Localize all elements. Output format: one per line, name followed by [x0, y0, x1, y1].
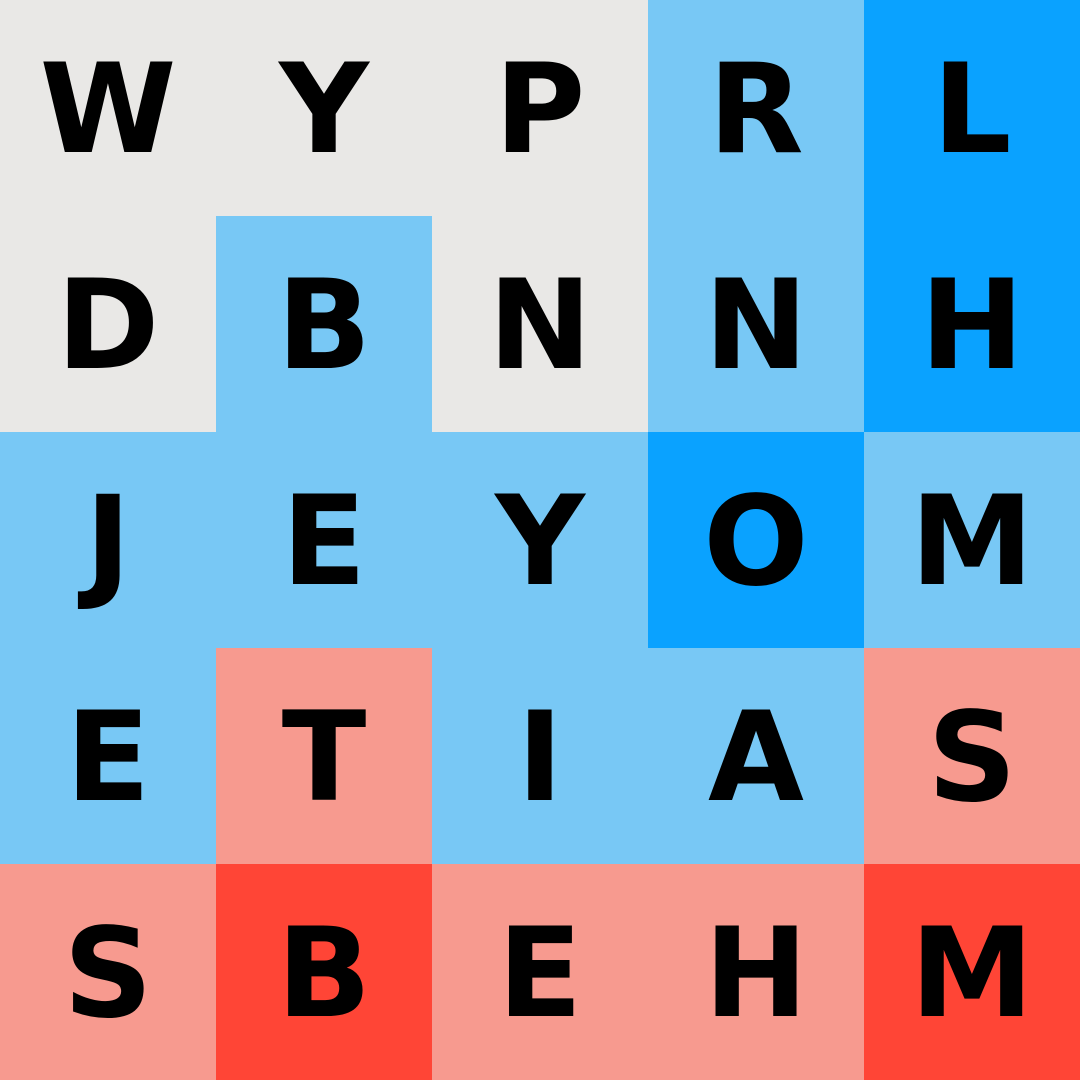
tile[interactable]: W [0, 0, 216, 216]
tile-letter: E [497, 902, 583, 1046]
tile[interactable]: D [0, 216, 216, 432]
tile-letter: W [39, 38, 177, 182]
tile-letter: Y [495, 470, 585, 614]
tile[interactable]: O [648, 432, 864, 648]
tile[interactable]: S [864, 648, 1080, 864]
tile[interactable]: S [0, 864, 216, 1080]
tile-letter: M [910, 902, 1034, 1046]
tile[interactable]: R [648, 0, 864, 216]
letter-board: W Y P R L D B N N H J E Y O M E T I A S … [0, 0, 1080, 1080]
tile-letter: B [276, 254, 372, 398]
tile-letter: O [703, 470, 809, 614]
tile[interactable]: M [864, 432, 1080, 648]
tile[interactable]: J [0, 432, 216, 648]
tile-letter: E [281, 470, 367, 614]
tile[interactable]: Y [216, 0, 432, 216]
tile-letter: A [708, 686, 804, 830]
tile[interactable]: H [864, 216, 1080, 432]
tile-letter: M [910, 470, 1034, 614]
tile[interactable]: L [864, 0, 1080, 216]
tile[interactable]: B [216, 864, 432, 1080]
tile[interactable]: H [648, 864, 864, 1080]
tile-letter: S [927, 686, 1017, 830]
tile-letter: N [704, 254, 808, 398]
tile-letter: E [65, 686, 151, 830]
tile-letter: H [920, 254, 1024, 398]
tile-letter: R [708, 38, 804, 182]
tile[interactable]: E [432, 864, 648, 1080]
tile[interactable]: T [216, 648, 432, 864]
tile-letter: B [276, 902, 372, 1046]
tile[interactable]: I [432, 648, 648, 864]
tile-letter: T [281, 686, 367, 830]
tile[interactable]: B [216, 216, 432, 432]
tile[interactable]: N [648, 216, 864, 432]
tile-letter: N [488, 254, 592, 398]
tile[interactable]: N [432, 216, 648, 432]
tile-letter: J [84, 470, 132, 614]
tile-letter: H [704, 902, 808, 1046]
tile[interactable]: E [0, 648, 216, 864]
tile[interactable]: P [432, 0, 648, 216]
tile-letter: D [56, 254, 160, 398]
tile-letter: L [932, 38, 1012, 182]
tile[interactable]: Y [432, 432, 648, 648]
tile[interactable]: A [648, 648, 864, 864]
tile[interactable]: M [864, 864, 1080, 1080]
tile-letter: P [494, 38, 586, 182]
tile[interactable]: E [216, 432, 432, 648]
tile-letter: I [516, 686, 564, 830]
tile-letter: S [63, 902, 153, 1046]
tile-letter: Y [279, 38, 369, 182]
